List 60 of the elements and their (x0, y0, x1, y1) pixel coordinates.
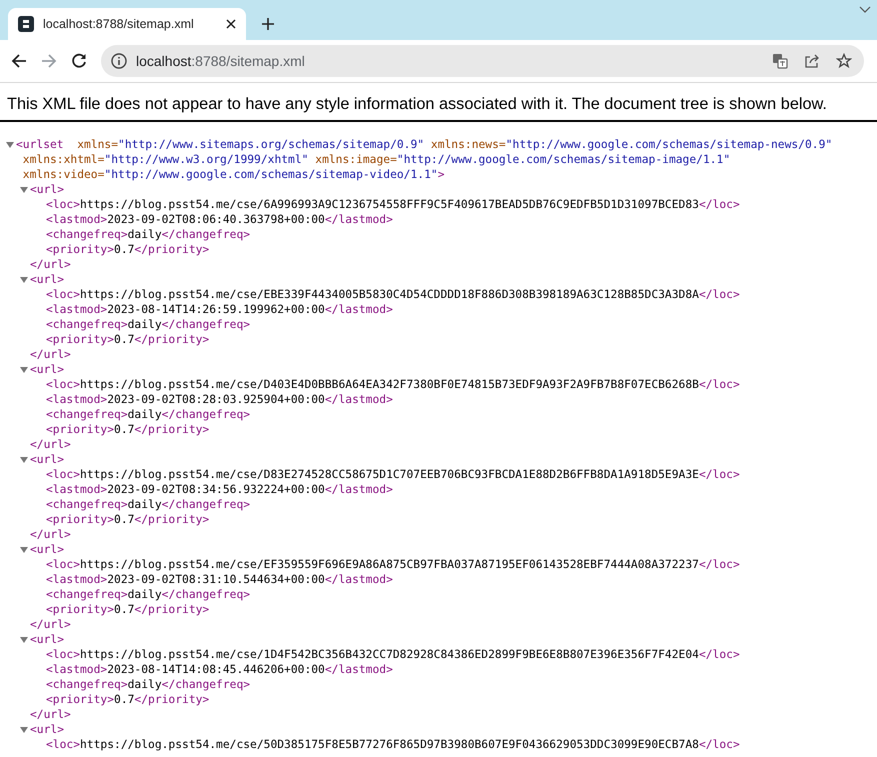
xml-tag: <url> (30, 632, 64, 647)
collapse-toggle-icon[interactable] (20, 276, 28, 284)
xml-element: <priority>0.7</priority> (46, 242, 210, 257)
info-icon[interactable] (111, 53, 127, 69)
xml-tag: <url> (30, 452, 64, 467)
xml-element: <loc>https://blog.psst54.me/cse/6A996993A9C1236754558FFF9C5F409617BEAD5DB76C9EDFB5D1D31097BCED83</loc> (46, 197, 740, 212)
xml-element: <priority>0.7</priority> (46, 512, 210, 527)
xml-element: <lastmod>2023-08-14T14:26:59.199962+00:00</lastmod> (46, 302, 393, 317)
address-bar[interactable]: localhost:8788/sitemap.xml (101, 45, 864, 77)
xml-element: <lastmod>2023-09-02T08:34:56.932224+00:00</lastmod> (46, 482, 393, 497)
notice-text: This XML file does not appear to have any style information associated with it. The document tree is shown below. (0, 95, 877, 122)
xml-tag: <url> (30, 272, 64, 287)
xml-element: <priority>0.7</priority> (46, 332, 210, 347)
xml-element: <priority>0.7</priority> (46, 422, 210, 437)
xml-tag: </url> (30, 617, 71, 632)
xml-element: <changefreq>daily</changefreq> (46, 227, 250, 242)
xml-element: <lastmod>2023-08-14T14:08:45.446206+00:00</lastmod> (46, 662, 393, 677)
close-icon[interactable] (226, 19, 236, 29)
share-icon[interactable] (804, 53, 820, 69)
xml-tag: <url> (30, 362, 64, 377)
collapse-toggle-icon[interactable] (20, 726, 28, 734)
xml-tag: </url> (30, 257, 71, 272)
translate-icon[interactable] (772, 53, 788, 69)
xml-tag: </url> (30, 437, 71, 452)
back-icon[interactable] (11, 53, 27, 69)
collapse-toggle-icon[interactable] (20, 546, 28, 554)
reload-icon[interactable] (71, 53, 87, 69)
xml-element: <lastmod>2023-09-02T08:31:10.544634+00:00</lastmod> (46, 572, 393, 587)
xml-element: <changefreq>daily</changefreq> (46, 677, 250, 692)
chevron-icon[interactable] (859, 6, 871, 14)
xml-element: <lastmod>2023-09-02T08:06:40.363798+00:00</lastmod> (46, 212, 393, 227)
xml-element: <changefreq>daily</changefreq> (46, 407, 250, 422)
xml-tag: <url> (30, 542, 64, 557)
xml-element: <loc>https://blog.psst54.me/cse/50D385175F8E5B77276F865D97B3980B607E9F0436629053DDC3099E90ECB7A8</loc> (46, 737, 740, 752)
xml-tag: <urlset xmlns="http://www.sitemaps.org/schemas/sitemap/0.9" xmlns:news="http://www.google.com/schemas/sitemap-news/0.9" xmlns:xhtml="http://www.w3.org/1999/xhtml" xmlns:image="http://www.google.com/schemas/sitemap-image/1.1" xmlns:video="http://www.google.com/schemas/sitemap-video/1.1"> (16, 137, 866, 182)
collapse-toggle-icon[interactable] (20, 456, 28, 464)
xml-element: <changefreq>daily</changefreq> (46, 587, 250, 602)
favicon-icon (18, 16, 34, 32)
xml-tag: </url> (30, 707, 71, 722)
xml-element: <loc>https://blog.psst54.me/cse/EF359559F696E9A86A875CB97FBA037A87195EF06143528EBF7444A08A372237</loc> (46, 557, 740, 572)
xml-element: <priority>0.7</priority> (46, 602, 210, 617)
xml-element: <loc>https://blog.psst54.me/cse/EBE339F4434005B5830C4D54CDDDD18F886D308B398189A63C128B85DC3A3D8A</loc> (46, 287, 740, 302)
new-tab-icon[interactable] (261, 17, 275, 31)
browser-tab[interactable]: localhost:8788/sitemap.xml (8, 8, 246, 40)
collapse-toggle-icon[interactable] (6, 141, 14, 149)
xml-tag: </url> (30, 347, 71, 362)
xml-element: <loc>https://blog.psst54.me/cse/D403E4D0BBB6A64EA342F7380BF0E74815B73EDF9A93F2A9FB7B8F07ECB6268B</loc> (46, 377, 740, 392)
xml-element: <loc>https://blog.psst54.me/cse/1D4F542BC356B432CC7D82928C84386ED2899F9BE6E8B807E396E356F7F42E04</loc> (46, 647, 740, 662)
xml-element: <loc>https://blog.psst54.me/cse/D83E274528CC58675D1C707EEB706BC93FBCDA1E88D2B6FFB8DA1A918D5E9A3E</loc> (46, 467, 740, 482)
xml-element: <changefreq>daily</changefreq> (46, 497, 250, 512)
collapse-toggle-icon[interactable] (20, 366, 28, 374)
xml-tag: <url> (30, 722, 64, 737)
xml-element: <lastmod>2023-09-02T08:28:03.925904+00:00</lastmod> (46, 392, 393, 407)
star-icon[interactable] (836, 53, 852, 69)
xml-element: <changefreq>daily</changefreq> (46, 317, 250, 332)
xml-element: <priority>0.7</priority> (46, 692, 210, 707)
xml-tag: <url> (30, 182, 64, 197)
xml-tag: </url> (30, 527, 71, 542)
collapse-toggle-icon[interactable] (20, 186, 28, 194)
collapse-toggle-icon[interactable] (20, 636, 28, 644)
